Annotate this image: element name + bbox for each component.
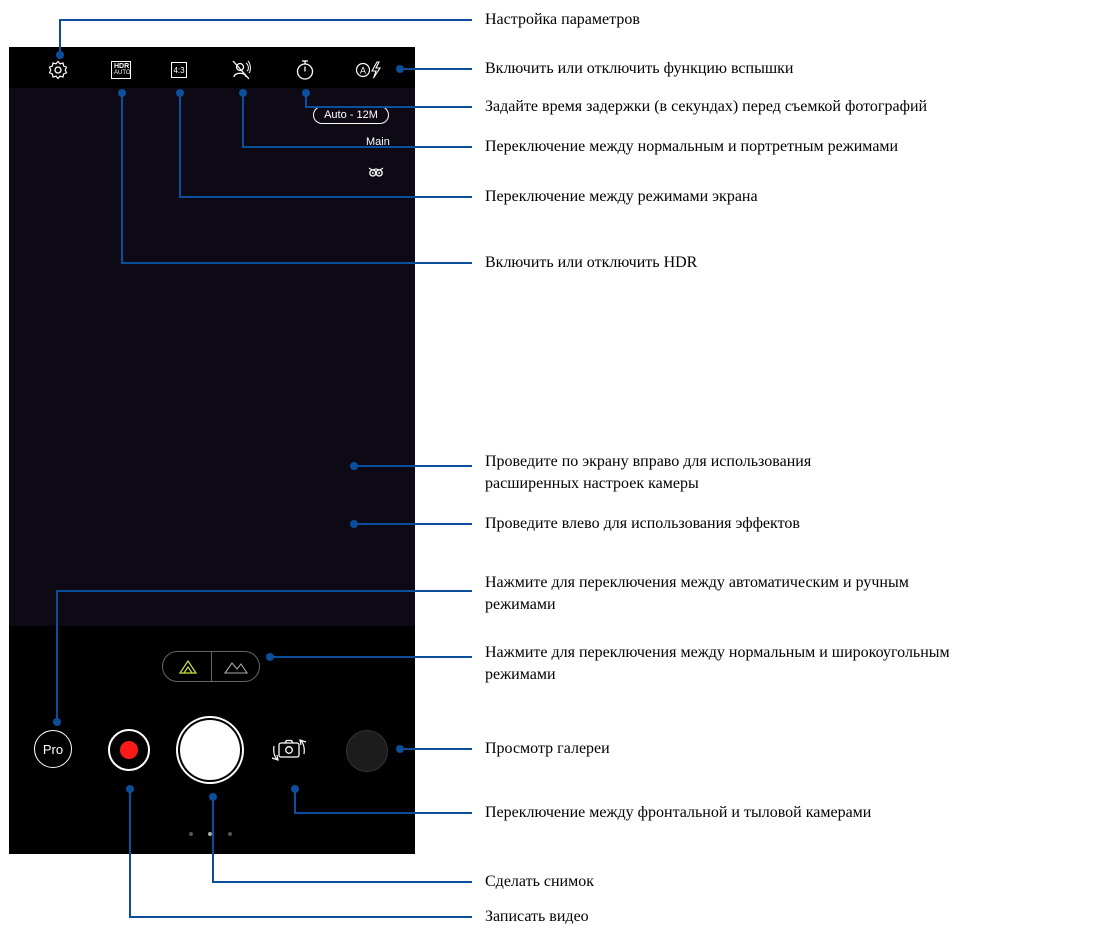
leader-dot — [291, 785, 299, 793]
callout-pro-mode: Нажмите для переключения между автоматич… — [485, 574, 909, 613]
leader-record-video — [129, 789, 472, 918]
callout-screen-mode: Переключение между режимами экрана — [485, 188, 758, 205]
callout-swipe-right: Проведите по экрану вправо для использов… — [485, 453, 812, 492]
callout-swipe-left: Проведите влево для использования эффект… — [485, 515, 800, 532]
leader-dot — [350, 520, 358, 528]
callout-hdr: Включить или отключить HDR — [485, 254, 698, 271]
leader-hdr — [121, 93, 472, 264]
leader-settings — [59, 19, 472, 55]
leader-dot — [396, 65, 404, 73]
leader-dot — [302, 89, 310, 97]
leader-dot — [126, 785, 134, 793]
leader-switch-camera — [294, 789, 472, 814]
leader-dot — [266, 653, 274, 661]
leader-dot — [53, 718, 61, 726]
callout-switch-camera: Переключение между фронтальной и тыловой… — [485, 804, 872, 821]
leader-take-photo — [212, 797, 472, 883]
callout-take-photo: Сделать снимок — [485, 873, 594, 890]
callout-lens: Нажмите для переключения между нормальны… — [485, 644, 950, 683]
callout-flash: Включить или отключить функцию вспышки — [485, 60, 794, 77]
callout-portrait: Переключение между нормальным и портретн… — [485, 138, 899, 155]
leader-dot — [176, 89, 184, 97]
leader-dot — [350, 462, 358, 470]
callout-gallery: Просмотр галереи — [485, 740, 610, 757]
leader-dot — [239, 89, 247, 97]
callout-settings: Настройка параметров — [485, 11, 640, 28]
leader-portrait — [242, 93, 472, 148]
callout-timer: Задайте время задержки (в секундах) пере… — [485, 98, 928, 115]
leader-dot — [396, 745, 404, 753]
callout-record-video: Записать видео — [485, 908, 589, 925]
leader-screen-mode — [179, 93, 472, 198]
leader-dot — [56, 51, 64, 59]
leader-dot — [118, 89, 126, 97]
leader-timer — [305, 93, 472, 108]
leader-dot — [209, 793, 217, 801]
